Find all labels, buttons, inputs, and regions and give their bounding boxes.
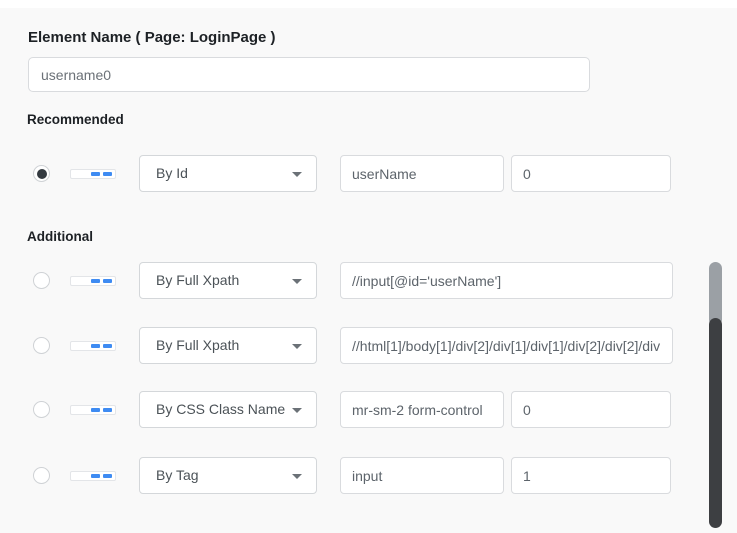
strength-segment xyxy=(103,474,112,478)
strength-segment xyxy=(91,172,100,176)
locator-index-input[interactable] xyxy=(511,155,671,192)
locator-radio[interactable] xyxy=(33,337,50,354)
strength-segment xyxy=(103,344,112,348)
strength-segment xyxy=(91,344,100,348)
locator-row: By Tag xyxy=(0,457,700,494)
page-title: Element Name ( Page: LoginPage ) xyxy=(28,29,276,46)
section-label-recommended: Recommended xyxy=(27,112,124,127)
locator-value-input[interactable] xyxy=(340,327,673,364)
locator-row: By Full Xpath xyxy=(0,327,700,364)
strategy-select[interactable]: By Full Xpath xyxy=(139,327,317,364)
locator-row-recommended: By Id xyxy=(0,155,700,192)
top-strip xyxy=(0,0,737,8)
strategy-select[interactable]: By Full Xpath xyxy=(139,262,317,299)
element-name-input[interactable] xyxy=(28,57,590,92)
strategy-select[interactable]: By Id xyxy=(139,155,317,192)
locator-value-input[interactable] xyxy=(340,155,504,192)
scrollbar-thumb-dark[interactable] xyxy=(709,318,722,528)
strategy-select-value: By Id xyxy=(156,165,188,181)
strength-meter-icon xyxy=(70,276,116,286)
locator-value-input[interactable] xyxy=(340,457,504,494)
strength-segment xyxy=(103,172,112,176)
chevron-down-icon xyxy=(292,408,302,413)
strategy-select-value: By CSS Class Name xyxy=(156,401,285,417)
strength-segment xyxy=(91,408,100,412)
locator-radio[interactable] xyxy=(33,165,50,182)
strength-meter-icon xyxy=(70,169,116,179)
strategy-select[interactable]: By Tag xyxy=(139,457,317,494)
strength-meter-icon xyxy=(70,341,116,351)
chevron-down-icon xyxy=(292,344,302,349)
strength-meter-icon xyxy=(70,405,116,415)
strength-segment xyxy=(103,408,112,412)
locator-row: By Full Xpath xyxy=(0,262,700,299)
scrollbar-thumb-light[interactable] xyxy=(709,262,722,326)
locator-index-input[interactable] xyxy=(511,457,671,494)
strategy-select-value: By Tag xyxy=(156,467,199,483)
locator-value-input[interactable] xyxy=(340,391,504,428)
strength-segment xyxy=(91,474,100,478)
locator-radio[interactable] xyxy=(33,272,50,289)
chevron-down-icon xyxy=(292,474,302,479)
strength-segment xyxy=(91,279,100,283)
section-label-additional: Additional xyxy=(27,229,93,244)
locator-radio[interactable] xyxy=(33,467,50,484)
strategy-select-value: By Full Xpath xyxy=(156,272,239,288)
locator-index-input[interactable] xyxy=(511,391,671,428)
strength-meter-icon xyxy=(70,471,116,481)
chevron-down-icon xyxy=(292,279,302,284)
radio-dot xyxy=(37,169,47,179)
strategy-select-value: By Full Xpath xyxy=(156,337,239,353)
locator-row: By CSS Class Name xyxy=(0,391,700,428)
strength-segment xyxy=(103,279,112,283)
chevron-down-icon xyxy=(292,172,302,177)
strategy-select[interactable]: By CSS Class Name xyxy=(139,391,317,428)
locator-radio[interactable] xyxy=(33,401,50,418)
locator-value-input[interactable] xyxy=(340,262,673,299)
